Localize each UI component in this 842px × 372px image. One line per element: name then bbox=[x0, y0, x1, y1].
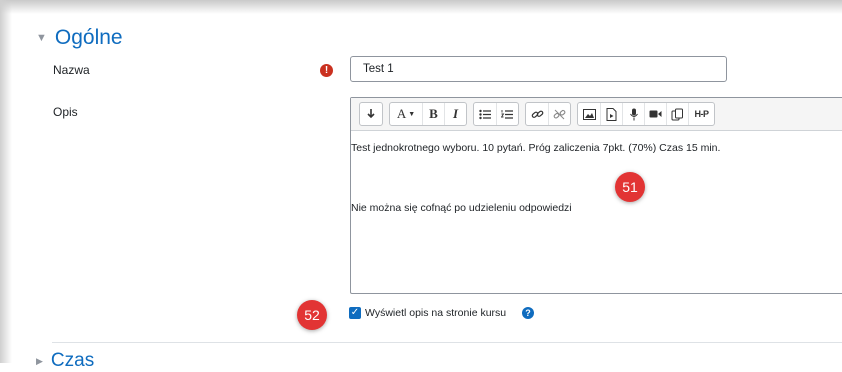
toolbar-group-lists bbox=[473, 102, 519, 126]
annotation-badge-51: 51 bbox=[615, 172, 645, 202]
record-video-icon[interactable] bbox=[644, 103, 666, 125]
image-icon[interactable] bbox=[578, 103, 600, 125]
help-icon[interactable]: ? bbox=[522, 307, 534, 319]
unordered-list-icon[interactable] bbox=[474, 103, 496, 125]
collapse-caret-icon[interactable]: ▼ bbox=[36, 32, 47, 44]
media-file-icon[interactable] bbox=[600, 103, 622, 125]
name-input[interactable] bbox=[350, 56, 727, 82]
annotation-badge-52: 52 bbox=[297, 300, 327, 330]
show-description-label[interactable]: Wyświetl opis na stronie kursu bbox=[365, 307, 506, 319]
editor-toolbar: A ▼ B I H-P bbox=[351, 98, 842, 131]
description-editor[interactable]: A ▼ B I H-P Test jednokrotnego wyboru. 1… bbox=[350, 97, 842, 294]
description-paragraph-2: Nie można się cofnąć po udzieleniu odpow… bbox=[351, 202, 572, 214]
required-icon: ! bbox=[320, 64, 333, 77]
section-divider bbox=[52, 342, 842, 343]
record-audio-icon[interactable] bbox=[622, 103, 644, 125]
description-label: Opis bbox=[53, 105, 78, 119]
h5p-icon[interactable]: H-P bbox=[688, 103, 714, 125]
window-shadow-top bbox=[0, 0, 842, 14]
section-title[interactable]: Ogólne bbox=[55, 26, 123, 50]
editor-content[interactable]: Test jednokrotnego wyboru. 10 pytań. Pró… bbox=[351, 131, 842, 215]
bold-icon[interactable]: B bbox=[422, 103, 444, 125]
unlink-icon[interactable] bbox=[548, 103, 570, 125]
expand-caret-icon[interactable]: ▶ bbox=[36, 356, 43, 367]
toolbar-group-style: A ▼ B I bbox=[389, 102, 467, 126]
italic-icon[interactable]: I bbox=[444, 103, 466, 125]
description-paragraph-1: Test jednokrotnego wyboru. 10 pytań. Pró… bbox=[351, 142, 721, 154]
font-color-icon[interactable]: A ▼ bbox=[390, 103, 422, 125]
section-header-time[interactable]: ▶ Czas bbox=[36, 350, 94, 372]
name-label: Nazwa bbox=[53, 63, 90, 77]
section-title-time[interactable]: Czas bbox=[51, 350, 94, 372]
ordered-list-icon[interactable] bbox=[496, 103, 518, 125]
toolbar-group-paragraph bbox=[359, 102, 383, 126]
insert-paragraph-icon[interactable] bbox=[360, 103, 382, 125]
toolbar-group-links bbox=[525, 102, 571, 126]
toolbar-group-media: H-P bbox=[577, 102, 715, 126]
window-shadow-left bbox=[0, 0, 12, 363]
show-description-checkbox[interactable]: ✓ bbox=[349, 307, 361, 319]
link-icon[interactable] bbox=[526, 103, 548, 125]
section-header-general[interactable]: ▼ Ogólne bbox=[36, 26, 123, 50]
manage-files-icon[interactable] bbox=[666, 103, 688, 125]
